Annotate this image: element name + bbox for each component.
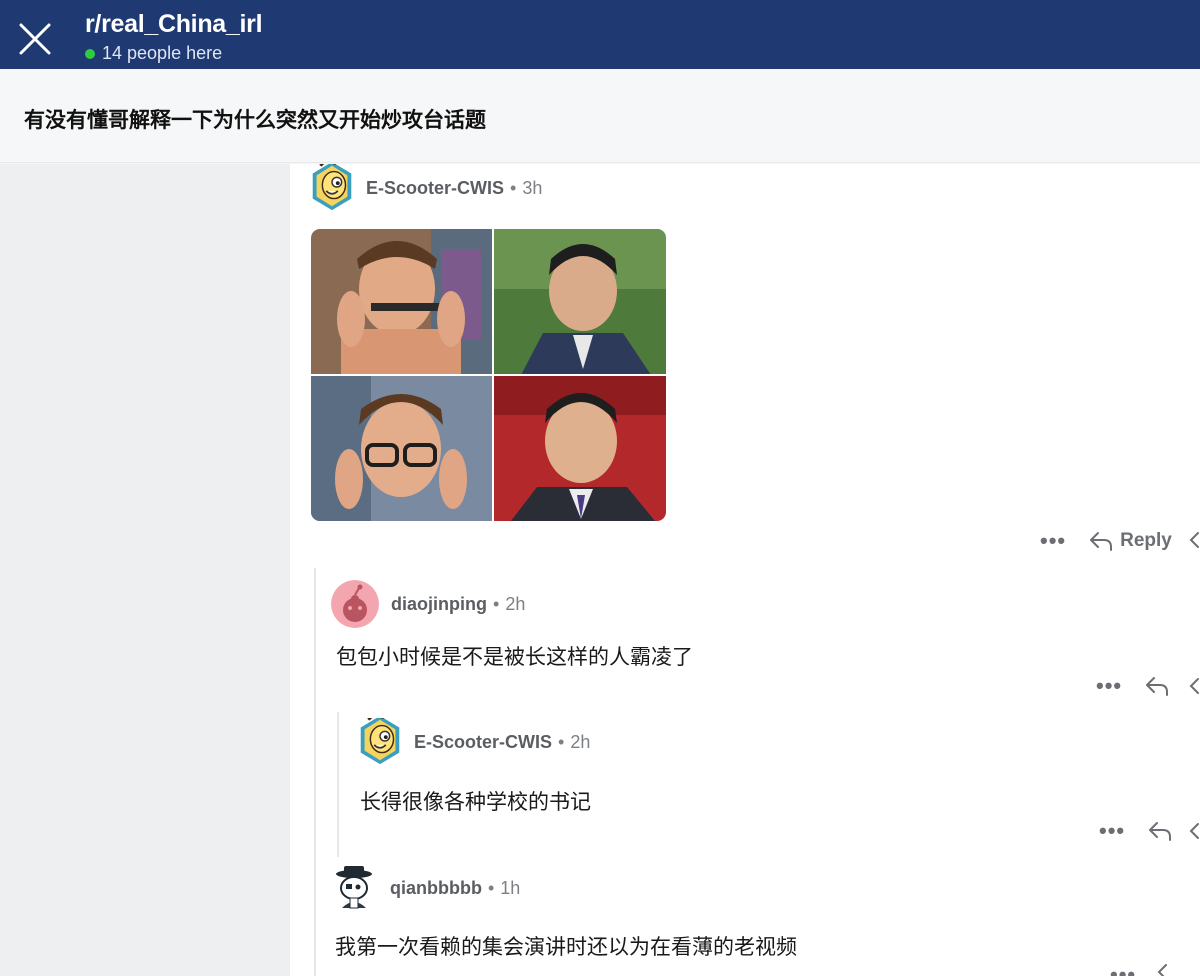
post-title[interactable]: 有没有懂哥解释一下为什么突然又开始炒攻台话题 [24,104,486,134]
meta-separator: • [493,593,500,614]
reply-icon[interactable] [1156,962,1182,976]
more-options-button[interactable]: ••• [1110,962,1136,976]
online-status: 14 people here [85,43,222,64]
comment-body: 长得很像各种学校的书记 [360,790,591,814]
comment-author[interactable]: E-Scooter-CWIS [414,732,552,753]
left-gutter [0,164,290,976]
comment-time: 2h [570,731,591,752]
avatar[interactable] [356,718,404,766]
meta-separator: • [487,877,495,898]
comment-header: qianbbbbb • 1h [330,864,520,912]
page: r/real_China_irl 14 people here 有没有懂哥解释一… [0,0,1200,976]
reply-icon [1146,677,1169,696]
thread-line[interactable] [337,712,339,857]
meme-image[interactable] [311,229,666,521]
share-icon[interactable] [1188,821,1200,848]
more-options-button[interactable]: ••• [1096,673,1122,699]
subreddit-name[interactable]: r/real_China_irl [85,10,263,39]
comment-actions: ••• [1099,818,1173,844]
comment-actions: ••• Reply [1040,528,1172,554]
comment-header: E-Scooter-CWIS • 2h [356,718,590,766]
thread-line[interactable] [314,568,316,976]
reply-button[interactable]: Reply [1088,530,1172,552]
post-title-bar: 有没有懂哥解释一下为什么突然又开始炒攻台话题 [0,69,1200,163]
share-icon[interactable] [1188,676,1200,703]
comment-body: 包包小时候是不是被长这样的人霸凌了 [336,645,693,669]
comment-body: 我第一次看赖的集会演讲时还以为在看薄的老视频 [335,935,797,959]
comment-author[interactable]: qianbbbbb [390,878,482,899]
comment-header: E-Scooter-CWIS • 3h [308,164,542,212]
avatar[interactable] [330,864,378,912]
reply-icon [1149,822,1172,841]
comment-author[interactable]: E-Scooter-CWIS [366,178,504,199]
more-options-button[interactable]: ••• [1040,528,1066,554]
comment-author[interactable]: diaojinping [391,594,487,615]
comment-time: 3h [522,177,543,198]
comment-actions: ••• [1110,962,1136,976]
meta-separator: • [558,731,565,752]
comment-time: 1h [500,877,521,898]
comment-actions: ••• [1096,673,1170,699]
reply-icon [1090,532,1113,551]
online-count: 14 people here [102,43,223,63]
online-dot-icon [85,48,95,59]
close-icon[interactable] [16,20,54,58]
comment-header: diaojinping • 2h [331,580,525,628]
more-options-button[interactable]: ••• [1099,818,1125,844]
meta-separator: • [510,177,517,198]
share-icon[interactable] [1188,530,1200,557]
avatar[interactable] [308,164,356,212]
reply-label: Reply [1120,530,1172,551]
top-bar: r/real_China_irl 14 people here [0,0,1200,69]
reply-button[interactable] [1144,675,1170,697]
avatar[interactable] [331,580,379,628]
comment-time: 2h [505,593,526,614]
reply-button[interactable] [1147,820,1173,842]
